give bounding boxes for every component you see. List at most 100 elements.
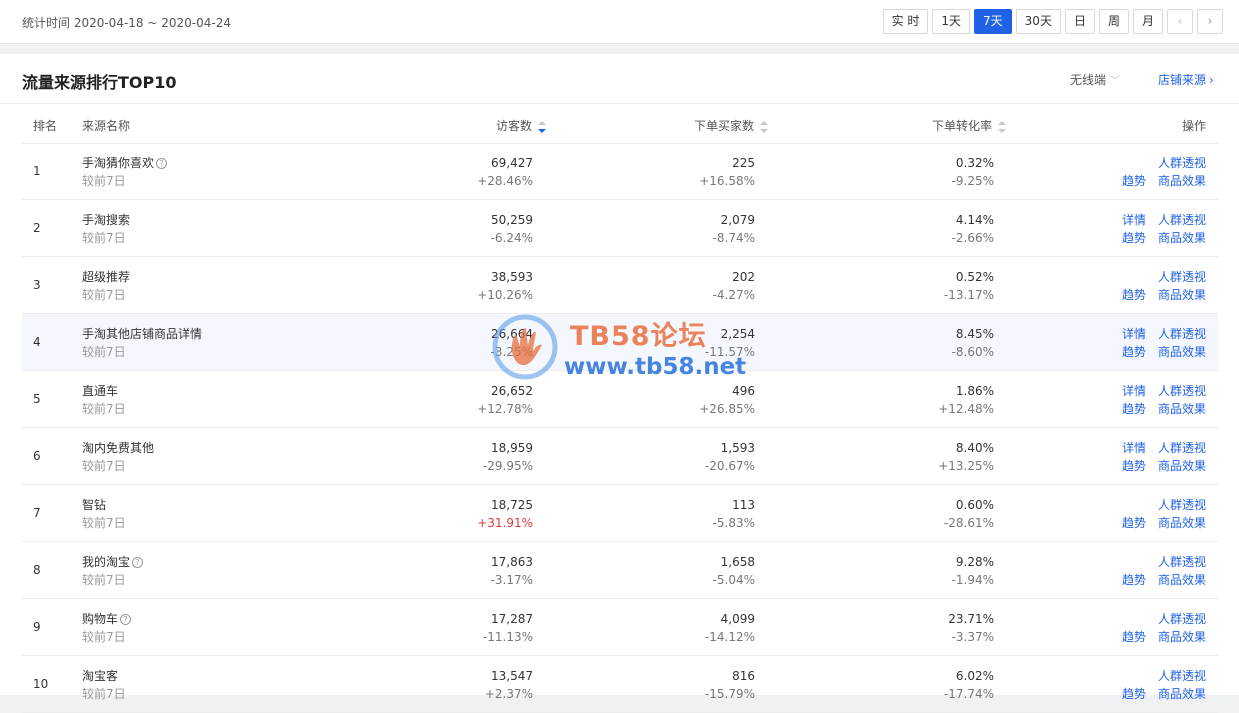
sort-icon[interactable]	[760, 120, 769, 133]
chevron-left-icon[interactable]: ‹	[1167, 9, 1193, 34]
crowd-link[interactable]: 人群透视	[1158, 270, 1206, 284]
compare-label: 较前7日	[82, 174, 126, 188]
compare-label: 较前7日	[82, 630, 126, 644]
crowd-link[interactable]: 人群透视	[1158, 669, 1206, 683]
ops-cell: 详情 人群透视 趋势 商品效果	[1106, 211, 1206, 247]
source-name: 手淘其他店铺商品详情	[82, 327, 203, 341]
goods-effect-link[interactable]: 商品效果	[1158, 459, 1206, 473]
uv-value: 17,287	[491, 612, 533, 626]
table-row[interactable]: 1 手淘猜你喜欢? 较前7日 69,427 +28.46% 225 +16.58% 0.32%…	[22, 143, 1218, 200]
uv-value: 26,652	[491, 384, 533, 398]
table-row[interactable]: 3 超级推荐 较前7日 38,593 +10.26% 202 -4.27% 0.52% -13.…	[22, 257, 1218, 314]
help-icon[interactable]: ?	[120, 614, 132, 625]
trend-link[interactable]: 趋势	[1122, 402, 1146, 416]
range-btn-4[interactable]: 日	[1064, 9, 1095, 34]
trend-link[interactable]: 趋势	[1122, 345, 1146, 359]
goods-effect-link[interactable]: 商品效果	[1158, 516, 1206, 530]
goods-effect-link[interactable]: 商品效果	[1158, 630, 1206, 644]
compare-label: 较前7日	[82, 573, 126, 587]
rate-delta: -17.74%	[943, 687, 994, 701]
rate-delta: -13.17%	[943, 288, 994, 302]
trend-link[interactable]: 趋势	[1122, 687, 1146, 701]
uv-cell: 17,863 -3.17%	[491, 553, 533, 589]
detail-link[interactable]: 详情	[1122, 441, 1146, 455]
rank: 2	[33, 221, 41, 235]
goods-effect-link[interactable]: 商品效果	[1158, 174, 1206, 188]
rate-cell: 1.86% +12.48%	[938, 382, 994, 418]
ops-cell: 人群透视 趋势 商品效果	[1106, 667, 1206, 703]
table-row[interactable]: 4 手淘其他店铺商品详情 较前7日 26,664 -3.25% 2,254 -11.57% 8…	[22, 314, 1218, 371]
range-btn-1[interactable]: 1天	[932, 9, 971, 34]
table-row[interactable]: 6 淘内免费其他 较前7日 18,959 -29.95% 1,593 -20.67% 8.40…	[22, 428, 1218, 485]
goods-effect-link[interactable]: 商品效果	[1158, 231, 1206, 245]
source-name-cell: 超级推荐 较前7日	[82, 268, 130, 304]
crowd-link[interactable]: 人群透视	[1158, 213, 1206, 227]
trend-link[interactable]: 趋势	[1122, 630, 1146, 644]
ops-cell: 人群透视 趋势 商品效果	[1106, 268, 1206, 304]
crowd-link[interactable]: 人群透视	[1158, 156, 1206, 170]
goods-effect-link[interactable]: 商品效果	[1158, 573, 1206, 587]
goods-effect-link[interactable]: 商品效果	[1158, 402, 1206, 416]
trend-link[interactable]: 趋势	[1122, 231, 1146, 245]
crowd-link[interactable]: 人群透视	[1158, 384, 1206, 398]
crowd-link[interactable]: 人群透视	[1158, 327, 1206, 341]
crowd-link[interactable]: 人群透视	[1158, 441, 1206, 455]
range-btn-5[interactable]: 周	[1098, 9, 1129, 34]
goods-effect-link[interactable]: 商品效果	[1158, 288, 1206, 302]
table-row[interactable]: 7 智钻 较前7日 18,725 +31.91% 113 -5.83% 0.60% -28.61…	[22, 485, 1218, 542]
table-row[interactable]: 8 我的淘宝? 较前7日 17,863 -3.17% 1,658 -5.04% 9.28% -1…	[22, 542, 1218, 599]
chevron-right-icon[interactable]: ›	[1197, 9, 1223, 34]
detail-link[interactable]: 详情	[1122, 213, 1146, 227]
range-btn-2[interactable]: 7天	[974, 9, 1012, 34]
detail-link[interactable]: 详情	[1122, 327, 1146, 341]
rate-delta: -28.61%	[943, 516, 994, 530]
rate-cell: 4.14% -2.66%	[952, 211, 994, 247]
range-btn-0[interactable]: 实 时	[882, 9, 929, 34]
buyers-delta: -11.57%	[704, 345, 755, 359]
rank: 1	[33, 164, 41, 178]
uv-delta: +31.91%	[477, 516, 533, 530]
compare-label: 较前7日	[82, 459, 126, 473]
ops-cell: 详情 人群透视 趋势 商品效果	[1106, 439, 1206, 475]
trend-link[interactable]: 趋势	[1122, 459, 1146, 473]
col-rate[interactable]: 下单转化率	[932, 117, 1007, 134]
trend-link[interactable]: 趋势	[1122, 573, 1146, 587]
goods-effect-link[interactable]: 商品效果	[1158, 345, 1206, 359]
uv-delta: -29.95%	[482, 459, 533, 473]
source-name-cell: 我的淘宝? 较前7日	[82, 553, 144, 589]
table-row[interactable]: 2 手淘搜索 较前7日 50,259 -6.24% 2,079 -8.74% 4.14% -2.…	[22, 200, 1218, 257]
chevron-down-icon: ﹀	[1110, 76, 1121, 87]
crowd-link[interactable]: 人群透视	[1158, 555, 1206, 569]
shop-source-label: 店铺来源	[1158, 73, 1207, 87]
crowd-link[interactable]: 人群透视	[1158, 612, 1206, 626]
rate-cell: 23.71% -3.37%	[948, 610, 994, 646]
traffic-source-card: 流量来源排行TOP10 无线端 ﹀ 店铺来源 › 排名 来源名称 访客数 下单买家数…	[0, 54, 1239, 713]
table-row[interactable]: 9 购物车? 较前7日 17,287 -11.13% 4,099 -14.12% 23.71%…	[22, 599, 1218, 656]
rank: 8	[33, 563, 41, 577]
sort-desc-icon[interactable]	[538, 120, 547, 133]
buyers-delta: -5.83%	[712, 516, 755, 530]
rate-value: 8.45%	[955, 327, 994, 341]
trend-link[interactable]: 趋势	[1122, 516, 1146, 530]
col-uv[interactable]: 访客数	[496, 117, 547, 134]
help-icon[interactable]: ?	[132, 557, 144, 568]
range-btn-3[interactable]: 30天	[1015, 9, 1061, 34]
uv-cell: 50,259 -6.24%	[491, 211, 533, 247]
range-btn-6[interactable]: 月	[1132, 9, 1163, 34]
crowd-link[interactable]: 人群透视	[1158, 498, 1206, 512]
device-select[interactable]: 无线端 ﹀	[1070, 71, 1120, 88]
uv-delta: -3.25%	[490, 345, 533, 359]
help-icon[interactable]: ?	[156, 158, 168, 169]
trend-link[interactable]: 趋势	[1122, 288, 1146, 302]
buyers-value: 4,099	[720, 612, 755, 626]
sort-icon[interactable]	[998, 120, 1007, 133]
trend-link[interactable]: 趋势	[1122, 174, 1146, 188]
shop-source-link[interactable]: 店铺来源 ›	[1158, 71, 1214, 88]
table-row[interactable]: 10 淘宝客 较前7日 13,547 +2.37% 816 -15.79% 6.02% -17.…	[22, 656, 1218, 713]
ops-cell: 人群透视 趋势 商品效果	[1106, 496, 1206, 532]
table-row[interactable]: 5 直通车 较前7日 26,652 +12.78% 496 +26.85% 1.86% +12.…	[22, 371, 1218, 428]
goods-effect-link[interactable]: 商品效果	[1158, 687, 1206, 701]
col-buyers[interactable]: 下单买家数	[694, 117, 769, 134]
detail-link[interactable]: 详情	[1122, 384, 1146, 398]
buyers-cell: 816 -15.79%	[705, 667, 755, 703]
